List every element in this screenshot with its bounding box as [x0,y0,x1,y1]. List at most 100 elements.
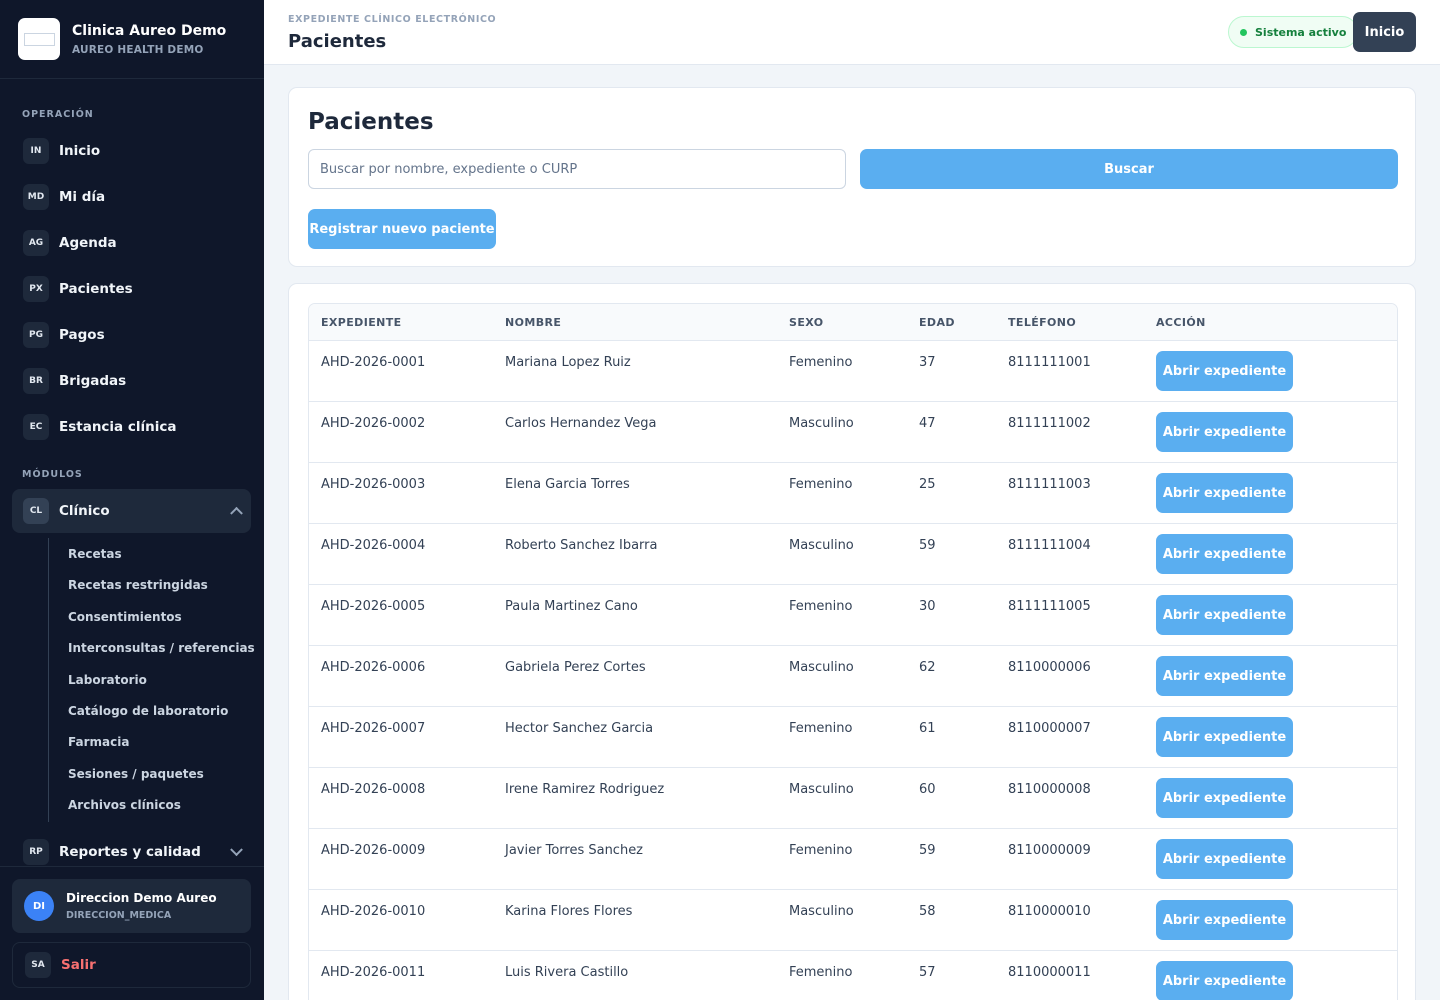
patients-table-card: EXPEDIENTE NOMBRE SEXO EDAD TELÉFONO ACC… [288,283,1416,1000]
open-record-button[interactable]: Abrir expediente [1156,534,1293,574]
open-record-button[interactable]: Abrir expediente [1156,839,1293,879]
submenu-item-recetas-restringidas[interactable]: Recetas restringidas [68,578,208,592]
cell-expediente: AHD-2026-0003 [321,477,426,492]
submenu-item-interconsultas[interactable]: Interconsultas / referencias [68,641,255,655]
sidebar-item-estancia-clinica[interactable]: EC Estancia clínica [12,407,251,447]
user-card[interactable]: DI Direccion Demo Aureo DIRECCION_MEDICA [12,879,251,933]
search-input[interactable] [308,149,846,189]
table-row: AHD-2026-0009 Javier Torres Sanchez Femeni… [309,829,1397,890]
submenu-item-farmacia[interactable]: Farmacia [68,735,129,749]
cell-sexo: Masculino [789,782,854,797]
cell-expediente: AHD-2026-0007 [321,721,426,736]
top-bar: EXPEDIENTE CLÍNICO ELECTRÓNICO Pacientes… [264,0,1440,65]
sidebar-item-label: Pagos [59,327,105,343]
submenu-item-archivos-clinicos[interactable]: Archivos clínicos [68,798,181,812]
cell-expediente: AHD-2026-0009 [321,843,426,858]
chevron-up-icon[interactable] [230,506,243,520]
column-header-sexo: SEXO [789,316,824,329]
nav-badge: PG [23,322,49,348]
table-row: AHD-2026-0010 Karina Flores Flores Masculi… [309,890,1397,951]
status-text: Sistema activo [1255,25,1347,39]
nav-badge: PX [23,276,49,302]
sidebar-item-label: Agenda [59,235,117,251]
sidebar-item-inicio[interactable]: IN Inicio [12,131,251,171]
cell-nombre: Luis Rivera Castillo [505,965,629,980]
cell-sexo: Masculino [789,904,854,919]
sidebar-item-pagos[interactable]: PG Pagos [12,315,251,355]
submenu-item-laboratorio[interactable]: Laboratorio [68,673,147,687]
logout-label: Salir [61,957,96,973]
cell-telefono: 8111111001 [1008,355,1091,370]
clinic-name: Clinica Aureo Demo [72,22,227,39]
open-record-button[interactable]: Abrir expediente [1156,656,1293,696]
cell-sexo: Masculino [789,660,854,675]
cell-sexo: Masculino [789,416,854,431]
open-record-button[interactable]: Abrir expediente [1156,351,1293,391]
table-body: AHD-2026-0001 Mariana Lopez Ruiz Femenino 3… [309,341,1397,1000]
patients-table: EXPEDIENTE NOMBRE SEXO EDAD TELÉFONO ACC… [308,303,1398,1000]
cell-telefono: 8110000008 [1008,782,1091,797]
table-row: AHD-2026-0004 Roberto Sanchez Ibarra Mascu… [309,524,1397,585]
cell-nombre: Mariana Lopez Ruiz [505,355,631,370]
open-record-button[interactable]: Abrir expediente [1156,473,1293,513]
cell-edad: 59 [919,843,936,858]
sidebar-item-label: Estancia clínica [59,419,177,435]
search-button[interactable]: Buscar [860,149,1398,189]
column-header-telefono: TELÉFONO [1008,316,1077,329]
cell-edad: 25 [919,477,936,492]
sidebar-item-mi-dia[interactable]: MD Mi día [12,177,251,217]
cell-edad: 60 [919,782,936,797]
logout-button[interactable]: SA Salir [12,942,251,988]
nav-badge: RP [23,839,49,865]
nav-badge: EC [23,414,49,440]
cell-sexo: Femenino [789,599,853,614]
cell-sexo: Femenino [789,965,853,980]
section-title: Pacientes [308,109,434,135]
cell-nombre: Roberto Sanchez Ibarra [505,538,658,553]
status-badge: Sistema activo [1228,16,1359,48]
nav-badge: SA [25,952,51,978]
cell-sexo: Femenino [789,843,853,858]
cell-nombre: Gabriela Perez Cortes [505,660,646,675]
sidebar-item-label: Mi día [59,189,106,205]
section-title-modulos: MÓDULOS [22,469,83,480]
open-record-button[interactable]: Abrir expediente [1156,717,1293,757]
register-patient-button[interactable]: Registrar nuevo paciente [308,209,496,249]
cell-expediente: AHD-2026-0001 [321,355,426,370]
sidebar-item-pacientes[interactable]: PX Pacientes [12,269,251,309]
submenu-item-consentimientos[interactable]: Consentimientos [68,610,182,624]
sidebar-item-agenda[interactable]: AG Agenda [12,223,251,263]
sidebar-item-clinico[interactable]: CL Clínico [12,489,251,533]
sidebar-item-label: Clínico [59,503,110,519]
open-record-button[interactable]: Abrir expediente [1156,595,1293,635]
cell-expediente: AHD-2026-0011 [321,965,426,980]
home-button[interactable]: Inicio [1353,12,1416,52]
chevron-down-icon[interactable] [230,843,243,857]
open-record-button[interactable]: Abrir expediente [1156,961,1293,1000]
cell-edad: 62 [919,660,936,675]
cell-telefono: 8110000011 [1008,965,1091,980]
nav-badge: AG [23,230,49,256]
cell-telefono: 8110000007 [1008,721,1091,736]
open-record-button[interactable]: Abrir expediente [1156,412,1293,452]
sidebar-item-brigadas[interactable]: BR Brigadas [12,361,251,401]
table-row: AHD-2026-0001 Mariana Lopez Ruiz Femenino 3… [309,341,1397,402]
cell-expediente: AHD-2026-0006 [321,660,426,675]
submenu-item-recetas[interactable]: Recetas [68,547,122,561]
table-row: AHD-2026-0008 Irene Ramirez Rodriguez Masc… [309,768,1397,829]
cell-edad: 57 [919,965,936,980]
nav-badge: IN [23,138,49,164]
cell-sexo: Femenino [789,721,853,736]
cell-telefono: 8110000006 [1008,660,1091,675]
section-title-operacion: OPERACIÓN [22,109,94,120]
cell-nombre: Karina Flores Flores [505,904,633,919]
user-role: DIRECCION_MEDICA [66,910,172,921]
open-record-button[interactable]: Abrir expediente [1156,778,1293,818]
cell-telefono: 8110000010 [1008,904,1091,919]
column-header-expediente: EXPEDIENTE [321,316,402,329]
sidebar-item-label: Reportes y calidad [59,844,201,860]
cell-nombre: Elena Garcia Torres [505,477,630,492]
submenu-item-catalogo-laboratorio[interactable]: Catálogo de laboratorio [68,704,228,718]
open-record-button[interactable]: Abrir expediente [1156,900,1293,940]
submenu-item-sesiones-paquetes[interactable]: Sesiones / paquetes [68,767,204,781]
